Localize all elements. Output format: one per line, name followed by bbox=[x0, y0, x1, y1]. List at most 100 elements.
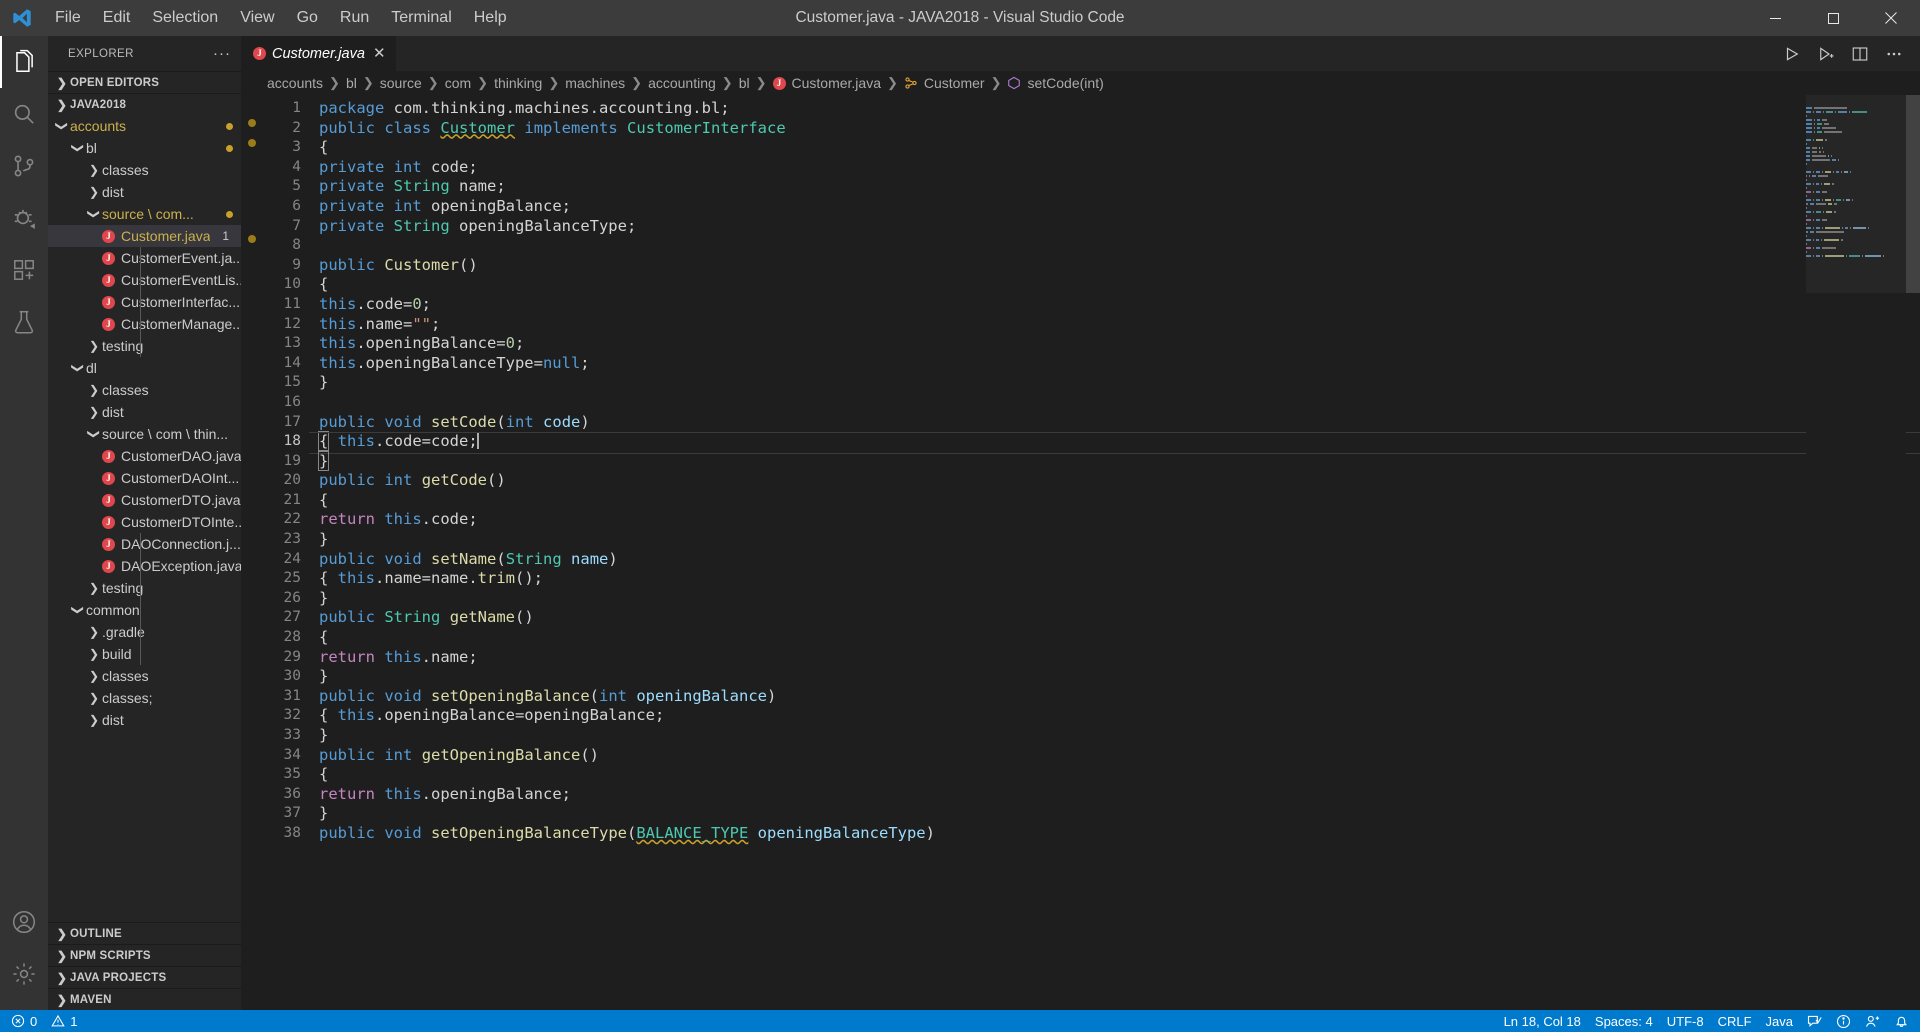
section-npm-scripts[interactable]: ❯ NPM SCRIPTS bbox=[48, 944, 241, 966]
chevron-right-icon[interactable]: ❯ bbox=[86, 691, 102, 705]
tree-file[interactable]: J CustomerDTOInte... bbox=[48, 511, 241, 533]
code-line[interactable]: { this.openingBalance=openingBalance; bbox=[319, 706, 1920, 726]
more-actions-icon[interactable] bbox=[1878, 36, 1910, 71]
code-line[interactable]: private int code; bbox=[319, 158, 1920, 178]
code-line[interactable]: } bbox=[319, 530, 1920, 550]
breadcrumb-item[interactable]: com bbox=[445, 75, 471, 91]
menu-bar[interactable]: File Edit Selection View Go Run Terminal… bbox=[44, 0, 518, 36]
code-line[interactable]: private int openingBalance; bbox=[319, 197, 1920, 217]
chevron-right-icon[interactable]: ❯ bbox=[86, 163, 102, 177]
tree-folder[interactable]: ❯ dl bbox=[48, 357, 241, 379]
account-icon[interactable] bbox=[0, 896, 48, 948]
tree-folder[interactable]: ❯ testing bbox=[48, 335, 241, 357]
section-open-editors[interactable]: ❯ OPEN EDITORS bbox=[48, 71, 241, 93]
tab-customer-java[interactable]: J Customer.java ✕ bbox=[241, 36, 397, 71]
tree-folder[interactable]: ❯ source \ com \ thin... bbox=[48, 423, 241, 445]
chevron-right-icon[interactable]: ❯ bbox=[86, 383, 102, 397]
breadcrumb-item[interactable]: bl bbox=[346, 75, 357, 91]
chevron-down-icon[interactable]: ❯ bbox=[87, 206, 101, 222]
tree-folder[interactable]: ❯ classes bbox=[48, 159, 241, 181]
code-line[interactable]: public int getOpeningBalance() bbox=[319, 746, 1920, 766]
chevron-right-icon[interactable]: ❯ bbox=[86, 625, 102, 639]
tree-folder[interactable]: ❯ common bbox=[48, 599, 241, 621]
breadcrumb-item[interactable]: machines bbox=[565, 75, 625, 91]
section-outline[interactable]: ❯ OUTLINE bbox=[48, 922, 241, 944]
code-line[interactable]: } bbox=[319, 804, 1920, 824]
tree-file[interactable]: J CustomerDAOInt... bbox=[48, 467, 241, 489]
testing-beaker-icon[interactable] bbox=[0, 296, 48, 348]
menu-help[interactable]: Help bbox=[463, 0, 518, 36]
warning-count[interactable]: 1 bbox=[44, 1010, 84, 1032]
code-editor[interactable]: 1 2 3 4 5 6 7 8 9 10 11 12 13 14 15 16 17 18 19 20 21 22 23 24 2… bbox=[241, 95, 1920, 1010]
gear-icon[interactable] bbox=[0, 948, 48, 1000]
run-and-debug-icon[interactable] bbox=[0, 192, 48, 244]
minimize-button[interactable] bbox=[1746, 0, 1804, 36]
close-button[interactable] bbox=[1862, 0, 1920, 36]
code-line[interactable]: { bbox=[319, 628, 1920, 648]
code-line[interactable]: this.openingBalance=0; bbox=[319, 334, 1920, 354]
tree-file[interactable]: J CustomerManage... bbox=[48, 313, 241, 335]
extensions-icon[interactable] bbox=[0, 244, 48, 296]
close-icon[interactable]: ✕ bbox=[373, 46, 386, 61]
minimap-slider[interactable] bbox=[1806, 95, 1906, 293]
code-line[interactable]: return this.openingBalance; bbox=[319, 785, 1920, 805]
tweet-feedback[interactable] bbox=[1800, 1010, 1829, 1032]
code-line[interactable] bbox=[319, 393, 1920, 413]
scrollbar-thumb[interactable] bbox=[1906, 95, 1920, 293]
code-line[interactable]: return this.code; bbox=[319, 510, 1920, 530]
tree-folder[interactable]: ❯ .gradle bbox=[48, 621, 241, 643]
code-line[interactable]: } bbox=[319, 667, 1920, 687]
chevron-down-icon[interactable]: ❯ bbox=[71, 602, 85, 618]
chevron-right-icon[interactable]: ❯ bbox=[86, 647, 102, 661]
code-line[interactable]: public String getName() bbox=[319, 608, 1920, 628]
file-tree[interactable]: ❯ accounts ❯ bl ❯ classes ❯ dist ❯ source \ com..… bbox=[48, 115, 241, 922]
editor-scrollbar[interactable] bbox=[1906, 95, 1920, 1010]
breadcrumb-item[interactable]: source bbox=[380, 75, 422, 91]
notifications[interactable] bbox=[1887, 1010, 1916, 1032]
breadcrumb-item[interactable]: bl bbox=[739, 75, 750, 91]
files-explorer-icon[interactable] bbox=[0, 36, 48, 88]
tree-file[interactable]: J DAOException.java bbox=[48, 555, 241, 577]
tree-file[interactable]: J Customer.java 1 bbox=[48, 225, 241, 247]
chevron-right-icon[interactable]: ❯ bbox=[86, 185, 102, 199]
tree-folder[interactable]: ❯ classes; bbox=[48, 687, 241, 709]
chevron-right-icon[interactable]: ❯ bbox=[86, 669, 102, 683]
tree-file[interactable]: J CustomerEvent.ja... bbox=[48, 247, 241, 269]
code-line[interactable] bbox=[319, 236, 1920, 256]
menu-go[interactable]: Go bbox=[286, 0, 329, 36]
tree-folder[interactable]: ❯ build bbox=[48, 643, 241, 665]
menu-run[interactable]: Run bbox=[329, 0, 380, 36]
tree-file[interactable]: J CustomerInterfac... bbox=[48, 291, 241, 313]
code-line[interactable]: public void setCode(int code) bbox=[319, 413, 1920, 433]
code-line[interactable]: { bbox=[319, 275, 1920, 295]
breadcrumb-item[interactable]: setCode(int) bbox=[1007, 75, 1104, 91]
code-line[interactable]: this.code=0; bbox=[319, 295, 1920, 315]
chevron-right-icon[interactable]: ❯ bbox=[86, 581, 102, 595]
chevron-right-icon[interactable]: ❯ bbox=[86, 405, 102, 419]
run-debug-icon[interactable] bbox=[1810, 36, 1842, 71]
search-icon[interactable] bbox=[0, 88, 48, 140]
code-line[interactable]: public void setOpeningBalanceType(BALANC… bbox=[319, 824, 1920, 844]
code-line[interactable]: } bbox=[319, 373, 1920, 393]
code-line[interactable]: public Customer() bbox=[319, 256, 1920, 276]
source-control-icon[interactable] bbox=[0, 140, 48, 192]
menu-view[interactable]: View bbox=[229, 0, 285, 36]
code-line[interactable]: public void setOpeningBalance(int openin… bbox=[319, 687, 1920, 707]
chevron-down-icon[interactable]: ❯ bbox=[55, 118, 69, 134]
indentation[interactable]: Spaces: 4 bbox=[1588, 1010, 1660, 1032]
code-line[interactable]: package com.thinking.machines.accounting… bbox=[319, 99, 1920, 119]
tree-folder[interactable]: ❯ dist bbox=[48, 401, 241, 423]
code-line[interactable]: } bbox=[317, 450, 1920, 472]
minimap[interactable] bbox=[1806, 95, 1906, 1010]
code-line[interactable]: } bbox=[319, 589, 1920, 609]
section-maven[interactable]: ❯ MAVEN bbox=[48, 988, 241, 1010]
tree-folder[interactable]: ❯ bl bbox=[48, 137, 241, 159]
code-line[interactable]: { bbox=[319, 765, 1920, 785]
tree-folder[interactable]: ❯ classes bbox=[48, 665, 241, 687]
tree-folder[interactable]: ❯ testing bbox=[48, 577, 241, 599]
breadcrumb-item[interactable]: thinking bbox=[494, 75, 542, 91]
breadcrumb-item[interactable]: accounting bbox=[648, 75, 716, 91]
code-line[interactable]: private String openingBalanceType; bbox=[319, 217, 1920, 237]
split-editor-icon[interactable] bbox=[1844, 36, 1876, 71]
menu-terminal[interactable]: Terminal bbox=[380, 0, 462, 36]
